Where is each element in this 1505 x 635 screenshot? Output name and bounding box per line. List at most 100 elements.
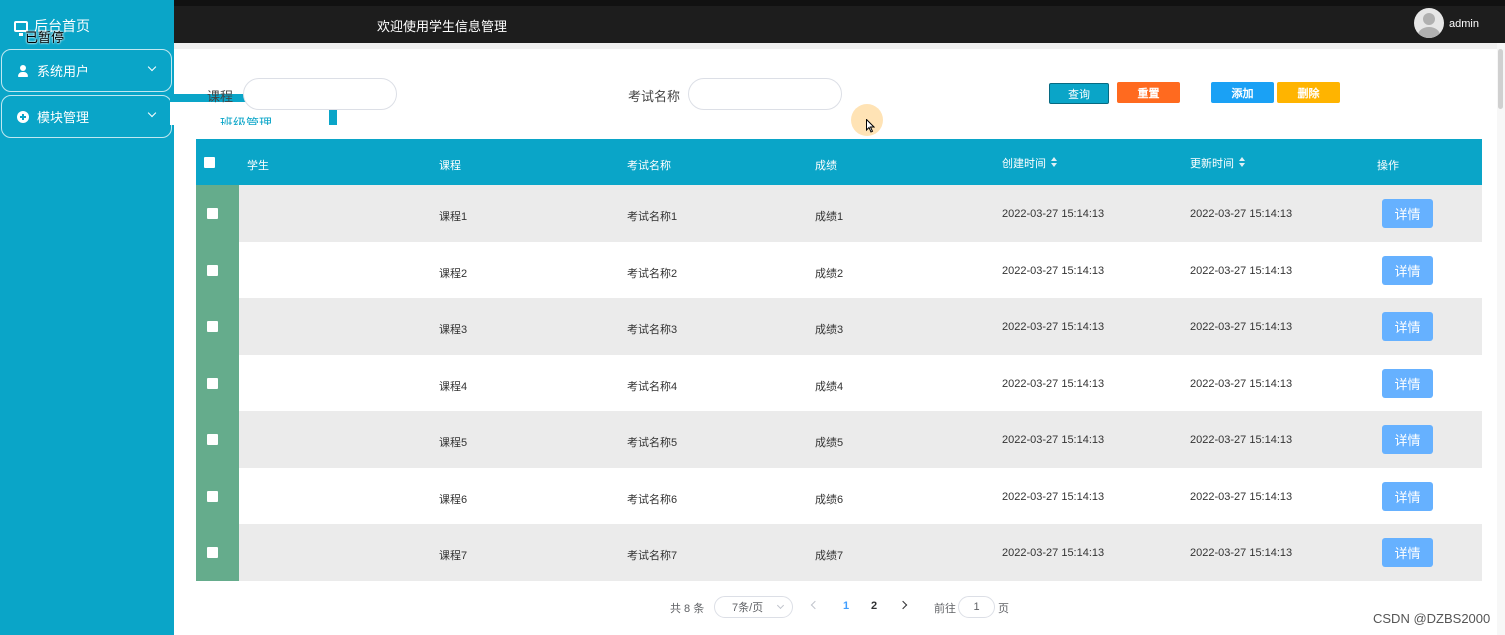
table-body: 课程1 考试名称1 成绩1 2022-03-27 15:14:13 2022-03-27… bbox=[196, 185, 1482, 581]
cell-exam-name: 考试名称3 bbox=[627, 324, 678, 336]
column-header-created-label: 创建时间 bbox=[1002, 158, 1046, 170]
cell-course: 课程7 bbox=[439, 550, 468, 562]
column-header-updated-time[interactable]: 更新时间 bbox=[1190, 155, 1246, 171]
cell-exam-name: 考试名称2 bbox=[627, 267, 678, 280]
sidebar-item-label: 模块管理 bbox=[37, 110, 90, 125]
row-checkbox[interactable] bbox=[207, 434, 218, 445]
course-search-input[interactable] bbox=[243, 78, 397, 110]
row-checkbox-cell bbox=[196, 524, 239, 581]
add-button[interactable]: 添加 bbox=[1211, 82, 1274, 103]
avatar[interactable] bbox=[1414, 8, 1444, 38]
row-checkbox[interactable] bbox=[207, 547, 218, 558]
exam-name-search-input[interactable] bbox=[688, 78, 842, 110]
cell-created-time: 2022-03-27 15:14:13 bbox=[1002, 377, 1105, 390]
cell-updated-time: 2022-03-27 15:14:13 bbox=[1190, 377, 1293, 390]
data-table: 学生 课程 考试名称 成绩 创建时间 更新时间 操作 课程1 考试名称1 成绩1 20… bbox=[196, 139, 1482, 581]
sidebar-item-label: 系统用户 bbox=[37, 64, 90, 79]
next-page-icon[interactable] bbox=[898, 600, 908, 610]
sidebar-item-system-users[interactable]: 系统用户 bbox=[1, 49, 172, 92]
cell-score: 成绩6 bbox=[815, 493, 844, 506]
detail-button[interactable]: 详情 bbox=[1382, 481, 1433, 511]
table-row: 课程4 考试名称4 成绩4 2022-03-27 15:14:13 2022-03-27… bbox=[196, 354, 1482, 411]
reset-button[interactable]: 重置 bbox=[1117, 82, 1180, 103]
cell-created-time: 2022-03-27 15:14:13 bbox=[1002, 208, 1105, 220]
cell-created-time: 2022-03-27 15:14:13 bbox=[1002, 547, 1105, 559]
row-checkbox-cell bbox=[196, 185, 239, 242]
table-row: 课程2 考试名称2 成绩2 2022-03-27 15:14:13 2022-03-27… bbox=[196, 241, 1482, 298]
cell-score: 成绩2 bbox=[815, 267, 844, 280]
cell-created-time: 2022-03-27 15:14:13 bbox=[1002, 434, 1105, 446]
page-suffix-label: 页 bbox=[998, 603, 1009, 615]
detail-button[interactable]: 详情 bbox=[1382, 425, 1433, 454]
goto-page-input[interactable]: 1 bbox=[958, 596, 995, 618]
goto-label: 前往 bbox=[934, 603, 956, 615]
row-checkbox[interactable] bbox=[207, 377, 218, 389]
sidebar-item-module-management[interactable]: 模块管理 bbox=[1, 95, 172, 138]
page-size-select[interactable]: 7条/页 bbox=[714, 596, 793, 618]
detail-button[interactable]: 详情 bbox=[1382, 255, 1433, 285]
row-checkbox-cell bbox=[196, 241, 239, 298]
cell-exam-name: 考试名称1 bbox=[627, 211, 678, 223]
chevron-down-icon bbox=[147, 62, 157, 72]
mouse-cursor-icon bbox=[866, 119, 875, 133]
sort-icon[interactable] bbox=[1051, 157, 1058, 168]
cell-score: 成绩5 bbox=[815, 437, 844, 449]
cell-score: 成绩4 bbox=[815, 380, 844, 393]
column-header-course: 课程 bbox=[439, 160, 461, 172]
prev-page-icon[interactable] bbox=[810, 600, 820, 610]
select-all-checkbox[interactable] bbox=[204, 157, 215, 168]
cell-updated-time: 2022-03-27 15:14:13 bbox=[1190, 434, 1293, 446]
course-label: 课程 bbox=[207, 89, 234, 104]
submenu-item-class-management[interactable]: 班级管理 bbox=[220, 113, 272, 125]
row-checkbox[interactable] bbox=[207, 264, 218, 276]
cell-exam-name: 考试名称7 bbox=[627, 550, 678, 562]
table-row: 课程7 考试名称7 成绩7 2022-03-27 15:14:13 2022-03-27… bbox=[196, 524, 1482, 581]
welcome-title: 欢迎使用学生信息管理 bbox=[377, 19, 508, 34]
cell-course: 课程3 bbox=[439, 324, 468, 336]
row-checkbox[interactable] bbox=[207, 321, 218, 332]
detail-button[interactable]: 详情 bbox=[1382, 199, 1433, 228]
table-row: 课程1 考试名称1 成绩1 2022-03-27 15:14:13 2022-03-27… bbox=[196, 185, 1482, 242]
column-header-updated-label: 更新时间 bbox=[1190, 158, 1234, 170]
row-checkbox[interactable] bbox=[207, 208, 218, 219]
row-checkbox-cell bbox=[196, 298, 239, 355]
column-header-action: 操作 bbox=[1377, 160, 1399, 172]
cell-course: 课程1 bbox=[439, 211, 468, 223]
cell-updated-time: 2022-03-27 15:14:13 bbox=[1190, 321, 1293, 333]
table-row: 课程5 考试名称5 成绩5 2022-03-27 15:14:13 2022-03-27… bbox=[196, 411, 1482, 468]
table-header: 学生 课程 考试名称 成绩 创建时间 更新时间 操作 bbox=[196, 139, 1482, 185]
table-row: 课程3 考试名称3 成绩3 2022-03-27 15:14:13 2022-03-27… bbox=[196, 298, 1482, 355]
row-checkbox-cell bbox=[196, 411, 239, 468]
cell-exam-name: 考试名称6 bbox=[627, 493, 678, 506]
delete-button[interactable]: 删除 bbox=[1277, 82, 1340, 103]
column-header-exam-name: 考试名称 bbox=[627, 160, 671, 172]
detail-button[interactable]: 详情 bbox=[1382, 368, 1433, 398]
total-count: 共 8 条 bbox=[670, 603, 705, 615]
detail-button[interactable]: 详情 bbox=[1382, 312, 1433, 341]
cell-exam-name: 考试名称4 bbox=[627, 380, 678, 393]
column-header-created-time[interactable]: 创建时间 bbox=[1002, 155, 1058, 171]
plus-circle-icon bbox=[17, 110, 29, 123]
table-row: 课程6 考试名称6 成绩6 2022-03-27 15:14:13 2022-03-27… bbox=[196, 467, 1482, 524]
page-size-value: 7条/页 bbox=[732, 602, 764, 614]
header-shadow bbox=[174, 43, 1505, 49]
scrollbar-thumb[interactable] bbox=[1498, 49, 1503, 109]
row-checkbox[interactable] bbox=[207, 490, 218, 502]
sort-icon[interactable] bbox=[1239, 157, 1246, 168]
cell-score: 成绩1 bbox=[815, 211, 844, 223]
column-header-score: 成绩 bbox=[815, 160, 837, 172]
detail-button[interactable]: 详情 bbox=[1382, 538, 1433, 567]
page-number-2[interactable]: 2 bbox=[871, 600, 877, 612]
cell-updated-time: 2022-03-27 15:14:13 bbox=[1190, 264, 1293, 277]
column-header-student: 学生 bbox=[247, 160, 269, 172]
cell-exam-name: 考试名称5 bbox=[627, 437, 678, 449]
watermark: CSDN @DZBS2000 bbox=[1373, 611, 1491, 626]
exam-name-label: 考试名称 bbox=[628, 89, 681, 104]
page-number-1[interactable]: 1 bbox=[843, 600, 849, 612]
username[interactable]: admin bbox=[1449, 18, 1479, 30]
cell-score: 成绩3 bbox=[815, 324, 844, 336]
vertical-scrollbar[interactable] bbox=[1497, 43, 1505, 635]
query-button[interactable]: 查询 bbox=[1049, 83, 1109, 104]
cell-course: 课程6 bbox=[439, 493, 468, 506]
cell-updated-time: 2022-03-27 15:14:13 bbox=[1190, 208, 1293, 220]
